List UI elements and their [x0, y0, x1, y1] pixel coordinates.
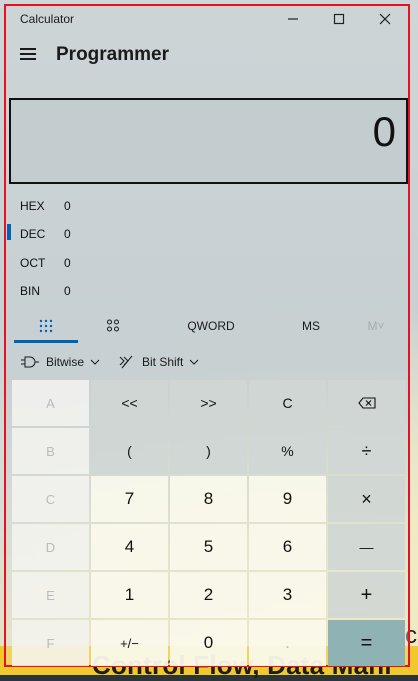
close-button[interactable] [362, 6, 408, 32]
radix-value: 0 [64, 284, 71, 298]
digit-5-button[interactable]: 5 [170, 524, 247, 570]
hex-d-button[interactable]: D [12, 524, 89, 570]
backspace-button[interactable] [328, 380, 405, 426]
calculator-window: Calculator Programmer 0 HEX 0 DEC 0 OCT … [4, 4, 410, 667]
multiply-button[interactable]: × [328, 476, 405, 522]
radix-dec-row[interactable]: DEC 0 [6, 221, 126, 249]
programmer-toolbar: QWORD MS M˅ [6, 310, 408, 344]
backspace-icon [357, 397, 376, 409]
selected-radix-indicator [7, 224, 11, 240]
subtract-button[interactable]: — [328, 524, 405, 570]
maximize-icon [333, 13, 345, 25]
bit-shift-label: Bit Shift [142, 355, 184, 369]
digit-6-button[interactable]: 6 [249, 524, 326, 570]
display-value: 0 [372, 108, 396, 155]
bitwise-label: Bitwise [46, 355, 85, 369]
keypad-grid-icon [39, 319, 53, 333]
close-icon [379, 13, 391, 25]
hex-f-button[interactable]: F [12, 620, 89, 666]
logic-gate-icon [21, 356, 39, 368]
keypad: A << >> C B ( ) % ÷ C 7 8 9 × D 4 5 6 — … [12, 380, 408, 668]
hex-c-button[interactable]: C [12, 476, 89, 522]
hex-e-button[interactable]: E [12, 572, 89, 618]
right-shift-button[interactable]: >> [170, 380, 247, 426]
bitwise-dropdown[interactable]: Bitwise [20, 352, 100, 372]
memory-store-button[interactable]: MS [286, 310, 336, 342]
hex-a-button[interactable]: A [12, 380, 89, 426]
digit-2-button[interactable]: 2 [170, 572, 247, 618]
digit-3-button[interactable]: 3 [249, 572, 326, 618]
bit-toggle-icon [107, 319, 119, 332]
maximize-button[interactable] [316, 6, 362, 32]
digit-7-button[interactable]: 7 [91, 476, 168, 522]
result-display: 0 [9, 98, 408, 184]
left-shift-button[interactable]: << [91, 380, 168, 426]
digit-0-button[interactable]: 0 [170, 620, 247, 666]
clear-button[interactable]: C [249, 380, 326, 426]
radix-label: DEC [20, 227, 46, 241]
digit-9-button[interactable]: 9 [249, 476, 326, 522]
word-size-button[interactable]: QWORD [174, 310, 248, 342]
close-paren-button[interactable]: ) [170, 428, 247, 474]
radix-value: 0 [64, 256, 71, 270]
radix-bin-row[interactable]: BIN 0 [6, 278, 126, 306]
full-keypad-tab[interactable] [14, 310, 78, 342]
bitwise-bar: Bitwise Bit Shift [6, 348, 408, 376]
digit-1-button[interactable]: 1 [91, 572, 168, 618]
memory-dropdown-button[interactable]: M˅ [352, 310, 400, 342]
title-bar: Calculator [6, 6, 408, 32]
add-button[interactable]: + [328, 572, 405, 618]
radix-label: OCT [20, 256, 46, 270]
decimal-point-button[interactable]: . [249, 620, 326, 666]
hex-b-button[interactable]: B [12, 428, 89, 474]
bit-toggling-keypad-tab[interactable] [78, 310, 148, 342]
radix-value: 0 [64, 227, 71, 241]
radix-label: BIN [20, 284, 41, 298]
radix-label: HEX [20, 199, 45, 213]
window-title: Calculator [20, 12, 75, 26]
percent-button[interactable]: % [249, 428, 326, 474]
digit-8-button[interactable]: 8 [170, 476, 247, 522]
equals-button[interactable]: = [328, 620, 405, 666]
hamburger-menu-icon[interactable] [20, 48, 38, 62]
radix-value: 0 [64, 199, 71, 213]
radix-oct-row[interactable]: OCT 0 [6, 250, 126, 278]
mode-title: Programmer [56, 44, 169, 65]
minimize-icon [288, 18, 298, 20]
open-paren-button[interactable]: ( [91, 428, 168, 474]
chevron-down-icon [90, 359, 100, 365]
radix-hex-row[interactable]: HEX 0 [6, 193, 126, 221]
active-tab-indicator [14, 340, 78, 343]
bit-shift-icon [119, 355, 133, 369]
divide-button[interactable]: ÷ [328, 428, 405, 474]
bit-shift-dropdown[interactable]: Bit Shift [118, 352, 199, 372]
negate-button[interactable]: +/− [91, 620, 168, 666]
chevron-down-icon [190, 359, 199, 365]
minimize-button[interactable] [270, 6, 316, 32]
digit-4-button[interactable]: 4 [91, 524, 168, 570]
